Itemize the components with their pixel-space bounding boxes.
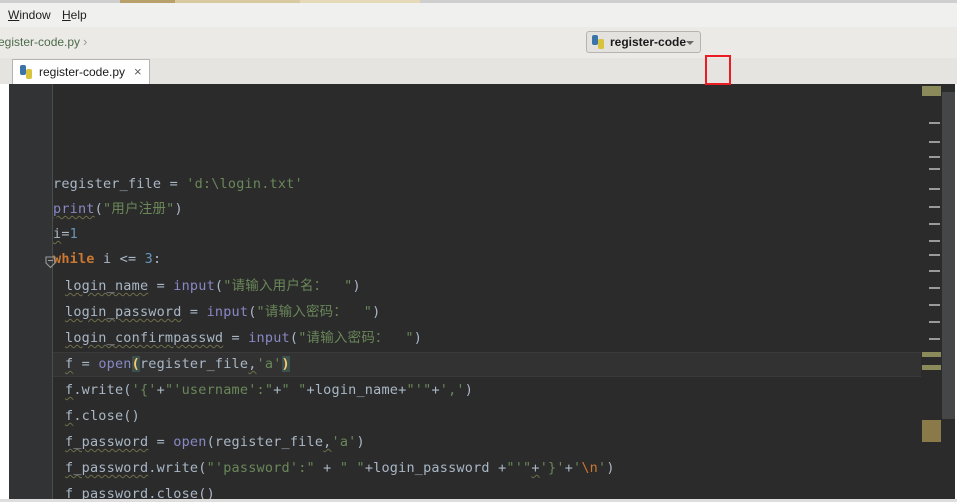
markup-mark[interactable] bbox=[929, 206, 940, 208]
editor-tab-bar: register-code.py × bbox=[0, 58, 957, 85]
code-line: while i <= 3: bbox=[53, 251, 162, 267]
code-editor[interactable]: register_file = 'd:\login.txt' print("用户… bbox=[0, 84, 957, 502]
python-file-icon bbox=[591, 35, 605, 49]
code-line: login_confirmpasswd = input("请输入密码： ") bbox=[65, 330, 423, 346]
markup-mark[interactable] bbox=[929, 321, 940, 323]
markup-mark[interactable] bbox=[922, 420, 941, 442]
main-toolbar: egister-code.py › register-code bbox=[0, 27, 957, 85]
code-line: f_password.write("'password':" + " "+log… bbox=[65, 460, 615, 476]
code-line: f_password = open(register_file,'a') bbox=[65, 434, 365, 450]
editor-scrollbar-thumb[interactable] bbox=[942, 92, 955, 419]
markup-mark[interactable] bbox=[929, 287, 940, 289]
run-configuration-label: register-code bbox=[610, 35, 687, 49]
code-line: i=1 bbox=[53, 226, 78, 242]
markup-mark[interactable] bbox=[929, 188, 940, 190]
run-button-highlight-box bbox=[705, 55, 731, 85]
markup-mark[interactable] bbox=[929, 240, 940, 242]
markup-mark[interactable] bbox=[929, 156, 940, 158]
markup-mark[interactable] bbox=[929, 168, 940, 170]
editor-tab-label: register-code.py bbox=[39, 65, 126, 79]
menu-help-label: elp bbox=[70, 8, 87, 22]
code-line: f.write('{'+"'username':"+" "+login_name… bbox=[65, 382, 474, 398]
breadcrumb-separator-icon: › bbox=[83, 34, 88, 49]
code-line: f = open(register_file,'a') bbox=[65, 356, 290, 372]
markup-mark[interactable] bbox=[929, 141, 940, 143]
menu-item-help[interactable]: Help bbox=[58, 6, 91, 25]
breadcrumb[interactable]: egister-code.py › bbox=[0, 34, 87, 49]
menu-item-window[interactable]: Window bbox=[4, 6, 55, 25]
python-file-icon bbox=[19, 65, 33, 79]
pycharm-window: Window Help egister-code.py › register-co… bbox=[0, 0, 957, 502]
chevron-down-icon[interactable] bbox=[686, 41, 694, 45]
code-line: login_password = input("请输入密码： ") bbox=[65, 304, 381, 320]
markup-mark[interactable] bbox=[929, 254, 940, 256]
menu-bar: Window Help bbox=[0, 3, 957, 28]
run-configuration-selector[interactable]: register-code bbox=[586, 31, 701, 53]
editor-markup-strip[interactable] bbox=[921, 84, 957, 502]
code-text-area[interactable]: register_file = 'd:\login.txt' print("用户… bbox=[53, 84, 921, 502]
markup-mark[interactable] bbox=[922, 365, 941, 370]
markup-mark[interactable] bbox=[922, 86, 941, 96]
editor-tab-register-code[interactable]: register-code.py × bbox=[12, 59, 150, 84]
editor-left-margin bbox=[0, 84, 9, 502]
markup-mark[interactable] bbox=[929, 338, 940, 340]
markup-mark[interactable] bbox=[929, 122, 940, 124]
markup-mark[interactable] bbox=[929, 223, 940, 225]
markup-mark[interactable] bbox=[922, 352, 941, 357]
menu-window-label: indow bbox=[19, 8, 51, 22]
close-icon[interactable]: × bbox=[134, 65, 142, 78]
editor-gutter[interactable] bbox=[9, 84, 52, 502]
markup-mark[interactable] bbox=[929, 304, 940, 306]
code-line: print("用户注册") bbox=[53, 201, 183, 217]
code-line: register_file = 'd:\login.txt' bbox=[53, 176, 303, 192]
code-fold-marker-icon[interactable] bbox=[44, 256, 57, 269]
breadcrumb-file: egister-code.py bbox=[0, 35, 81, 49]
markup-mark[interactable] bbox=[929, 270, 940, 272]
code-line: f.close() bbox=[65, 408, 140, 424]
code-line: login_name = input("请输入用户名： ") bbox=[65, 278, 361, 294]
